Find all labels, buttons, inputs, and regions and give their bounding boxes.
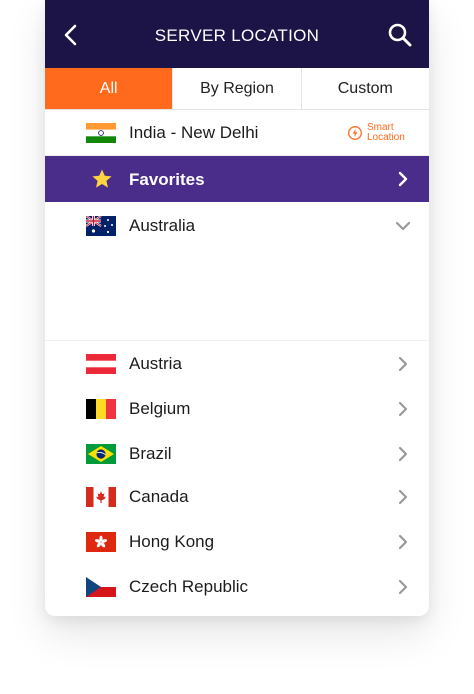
smart-location-label: Smart Location (367, 121, 405, 143)
country-row-belgium[interactable]: Belgium (45, 386, 429, 432)
favorites-row[interactable]: Favorites (45, 156, 429, 202)
search-icon[interactable] (387, 22, 413, 48)
chevron-right-icon (398, 356, 408, 371)
india-flag-icon (86, 122, 116, 143)
tab-all[interactable]: All (45, 68, 173, 109)
country-row-czech-republic[interactable]: Czech Republic (45, 564, 429, 609)
tab-by-region[interactable]: By Region (172, 68, 301, 109)
czech-flag-icon (86, 576, 116, 597)
chevron-right-icon (398, 171, 408, 187)
page-title: SERVER LOCATION (154, 26, 320, 45)
star-icon (92, 169, 112, 188)
chevron-right-icon (398, 489, 408, 504)
australia-flag-icon (86, 215, 116, 236)
austria-flag-icon (86, 353, 116, 374)
chevron-right-icon (398, 534, 408, 549)
country-label: Czech Republic (129, 576, 249, 596)
country-label: Brazil (129, 443, 172, 463)
hong-kong-flag-icon (86, 531, 116, 552)
chevron-right-icon (398, 401, 408, 416)
app-frame: SERVER LOCATION All By Region Custom Ind… (45, 0, 429, 616)
lightning-icon (348, 125, 362, 140)
brazil-flag-icon (86, 443, 116, 464)
expanded-region-area (45, 248, 429, 341)
canada-flag-icon (86, 486, 116, 507)
country-row-brazil[interactable]: Brazil (45, 431, 429, 477)
smart-location-badge[interactable]: Smart Location (348, 121, 411, 143)
belgium-flag-icon (86, 398, 116, 419)
country-label: Hong Kong (129, 531, 215, 551)
country-row-austria[interactable]: Austria (45, 341, 429, 387)
chevron-right-icon (398, 446, 408, 461)
app-header: SERVER LOCATION (45, 0, 429, 68)
chevron-right-icon (398, 579, 408, 594)
country-label: Canada (129, 486, 189, 506)
country-row-canada[interactable]: Canada (45, 474, 429, 520)
chevron-down-icon (395, 221, 411, 230)
current-location-label: India - New Delhi (129, 122, 259, 142)
country-row-australia[interactable]: Australia (45, 203, 429, 249)
tab-custom[interactable]: Custom (300, 68, 429, 109)
tab-bar: All By Region Custom (45, 68, 429, 110)
country-label: Australia (129, 215, 196, 235)
favorites-label: Favorites (129, 170, 205, 189)
country-row-hong-kong[interactable]: Hong Kong (45, 519, 429, 565)
current-location-row[interactable]: India - New Delhi Smart Location (45, 110, 429, 156)
country-label: Belgium (129, 398, 191, 418)
country-label: Austria (129, 353, 182, 373)
